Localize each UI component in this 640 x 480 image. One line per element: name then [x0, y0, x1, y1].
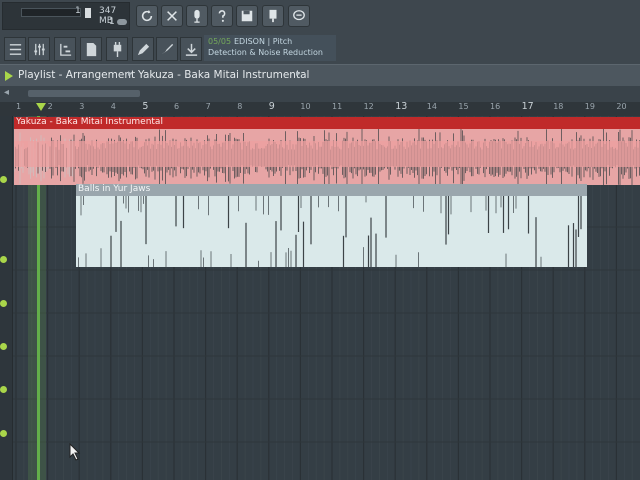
mixer-button[interactable]	[28, 37, 50, 61]
clip-header[interactable]: Yakuza - Baka Mitai Instrumental	[14, 117, 640, 129]
counter-top: 1	[75, 6, 81, 16]
scroll-left-icon[interactable]: ◂	[4, 87, 9, 98]
save-button[interactable]	[236, 5, 258, 27]
mic-record-button[interactable]	[186, 5, 208, 27]
waveform-body	[14, 141, 640, 167]
grid-icon	[9, 43, 21, 55]
chat-button[interactable]	[288, 5, 310, 27]
refresh-icon	[141, 9, 153, 22]
ruler-bar-label: 11	[332, 102, 343, 111]
edit-tool-button[interactable]	[156, 37, 178, 61]
playlist-title: Playlist - Arrangement	[18, 69, 136, 81]
pianoroll-icon	[59, 43, 71, 56]
brush-icon	[161, 43, 173, 53]
ruler-bar-label: 10	[300, 102, 311, 111]
ruler-bar-label: 4	[110, 102, 116, 111]
hint-line-1: EDISON | Pitch	[234, 37, 293, 46]
audio-clip[interactable]: Yakuza - Baka Mitai Instrumental	[14, 117, 640, 185]
browser-button[interactable]	[80, 37, 102, 61]
ruler-bar-label: 2	[47, 102, 53, 111]
top-toolbar: 1 347 MB 1	[0, 0, 640, 34]
ruler-bar-label: 8	[237, 102, 243, 111]
playlist-title-bar[interactable]: Playlist - Arrangement ▸ Yakuza - Baka M…	[0, 64, 640, 87]
clip-name: Yakuza - Baka Mitai Instrumental	[16, 117, 163, 127]
clip-header[interactable]: Balls in Yur Jaws	[76, 184, 587, 196]
question-icon	[218, 10, 226, 22]
disk-icon	[241, 10, 253, 22]
channel-rack-button[interactable]	[4, 37, 26, 61]
ruler-bar-label: 13	[395, 101, 408, 112]
ruler-bar-label: 19	[584, 102, 595, 111]
clip-menu-arrow-icon[interactable]: ▸	[296, 69, 301, 79]
ruler-bar-label: 5	[142, 101, 149, 112]
breadcrumb-arrow-icon: ▸	[128, 69, 133, 79]
loop-record-button[interactable]	[136, 5, 158, 27]
hint-number: 05/05	[208, 37, 232, 46]
play-arrow-icon[interactable]	[4, 70, 14, 82]
piano-roll-button[interactable]	[54, 37, 76, 61]
help-button[interactable]	[211, 5, 233, 27]
plugin-picker-button[interactable]	[106, 37, 128, 61]
pencil-icon	[137, 43, 149, 55]
memory-panel: 1 347 MB 1	[2, 2, 130, 30]
track-mute-dot[interactable]	[0, 256, 7, 263]
waveform	[78, 196, 582, 267]
file-icon	[86, 42, 96, 56]
track-mute-dot[interactable]	[0, 300, 7, 307]
ruler-bar-label: 15	[458, 102, 469, 111]
ruler-bar-label: 18	[553, 102, 564, 111]
download-button[interactable]	[180, 37, 202, 61]
metronome-icon	[167, 11, 177, 21]
ruler-bar-label: 9	[268, 101, 275, 112]
plug-icon	[113, 41, 121, 57]
track-mute-dot[interactable]	[0, 343, 7, 350]
plugin-button[interactable]	[262, 5, 284, 27]
download-icon	[185, 43, 197, 56]
audio-clip[interactable]: Balls in Yur Jaws	[76, 184, 587, 267]
ruler-bar-label: 20	[616, 102, 627, 111]
plug-icon	[269, 9, 277, 23]
ruler-bar-label: 3	[79, 102, 85, 111]
metronome-button[interactable]	[161, 5, 183, 27]
ruler-bar-label: 14	[426, 102, 437, 111]
mouse-cursor	[69, 443, 81, 461]
ruler-bar-label: 6	[174, 102, 180, 111]
cpu-meter	[21, 8, 81, 17]
speech-bubble-icon	[293, 10, 305, 21]
clip-name: Balls in Yur Jaws	[78, 184, 151, 194]
hint-line-2: Detection & Noise Reduction	[208, 48, 323, 57]
track-mute-dot[interactable]	[0, 386, 7, 393]
ruler-bar-label: 17	[521, 101, 534, 112]
track-gutter	[0, 116, 13, 480]
waveform	[14, 129, 640, 185]
toggle-icon[interactable]	[117, 19, 127, 25]
ruler-bar-label: 12	[363, 102, 374, 111]
counter-bottom: 1	[109, 17, 115, 27]
ruler-bar-label: 7	[205, 102, 211, 111]
microphone-icon	[194, 9, 200, 23]
view-toolbar: 05/05 EDISON | Pitch Detection & Noise R…	[0, 34, 640, 65]
timeline-ruler[interactable]: 1 2 3 4 5 6 7 8 9 10 11 12 13 14 15 16 17 18 19 20	[0, 101, 640, 117]
cpu-meter-indicator	[85, 8, 91, 18]
playlist-tool-button[interactable]	[132, 37, 154, 61]
selected-clip-title[interactable]: Yakuza - Baka Mitai Instrumental	[138, 69, 309, 81]
song-position-marker[interactable]	[36, 103, 46, 112]
ruler-bar-label: 16	[490, 102, 501, 111]
hint-panel: 05/05 EDISON | Pitch Detection & Noise R…	[204, 35, 336, 61]
ruler-bar-label: 1	[16, 102, 22, 111]
track-mute-dot[interactable]	[0, 430, 7, 437]
scrollbar-thumb[interactable]	[28, 90, 140, 97]
track-mute-dot[interactable]	[0, 176, 7, 183]
sliders-icon	[33, 43, 45, 55]
